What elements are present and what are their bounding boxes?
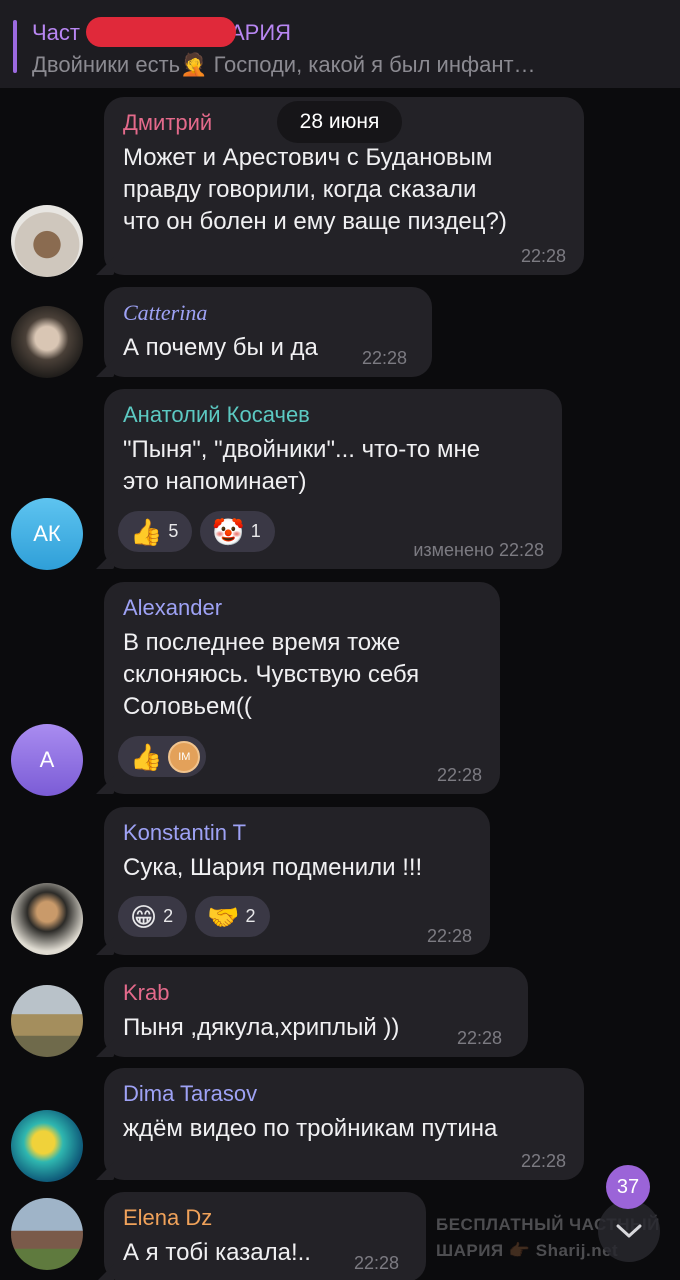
grin-icon: 😁 <box>130 901 158 932</box>
reaction-count: 5 <box>168 521 179 541</box>
message-text: "Пыня", "двойники"... что-то мне это нап… <box>123 436 481 495</box>
thumbs-up-icon: 👍 <box>130 741 163 772</box>
message-author[interactable]: Анатолий Косачев <box>123 402 310 428</box>
avatar-initials[interactable]: A <box>11 724 83 796</box>
avatar-photo[interactable] <box>11 985 83 1057</box>
message-bubble[interactable]: Dima Tarasov ждём видео по тройникам пут… <box>96 1068 584 1180</box>
thumbs-up-icon: 👍 <box>130 516 163 547</box>
message-bubble[interactable]: Elena Dz А я тобі казала!.. 22:28 <box>96 1192 426 1280</box>
reaction-count: 2 <box>163 906 174 926</box>
message-author[interactable]: Elena Dz <box>123 1205 212 1231</box>
reactions: 👍 5 🤡 1 <box>118 511 275 552</box>
message-text: ждём видео по тройникам путина <box>123 1115 498 1142</box>
avatar-initials[interactable]: АК <box>11 498 83 570</box>
reaction-handshake[interactable]: 🤝 2 <box>195 896 270 937</box>
message-time: 22:28 <box>436 765 482 785</box>
pinned-preview: Двойники есть🤦 Господи, какой я был инфа… <box>32 52 536 77</box>
message-author[interactable]: Catterina <box>123 300 207 326</box>
message-bubble[interactable]: Konstantin T Сука, Шария подменили !!! 😁… <box>96 807 490 955</box>
message-text: Может и Арестович с Будановым правду гов… <box>123 144 507 235</box>
date-chip: 28 июня <box>277 101 402 143</box>
chevron-down-icon <box>616 1224 642 1238</box>
message-bubble[interactable]: Анатолий Косачев "Пыня", "двойники"... ч… <box>96 389 562 569</box>
message-time: 22:28 <box>362 348 408 368</box>
reaction-grin[interactable]: 😁 2 <box>118 896 188 937</box>
message-time: 22:28 <box>520 1151 566 1171</box>
message-author[interactable]: Alexander <box>123 595 222 621</box>
message-time: изменено 22:28 <box>413 540 544 560</box>
avatar-photo[interactable] <box>11 306 83 378</box>
reactor-avatar: IM <box>168 740 201 773</box>
message-time: 22:28 <box>457 1028 503 1048</box>
message-time: 22:28 <box>520 246 566 266</box>
message-text: А почему бы и да <box>123 334 318 361</box>
reaction-thumbs-up[interactable]: 👍 5 <box>118 511 193 552</box>
handshake-icon: 🤝 <box>207 901 240 932</box>
reaction-clown[interactable]: 🤡 1 <box>200 511 275 552</box>
avatar-photo[interactable] <box>11 1198 83 1270</box>
message-author[interactable]: Дмитрий <box>123 110 212 136</box>
message-author[interactable]: Krab <box>123 980 169 1006</box>
pinned-message-bar[interactable]: Част АРИЯ Двойники есть🤦 Господи, какой я… <box>0 0 680 88</box>
reaction-count: 2 <box>245 906 256 926</box>
pinned-title-start: Част <box>32 20 80 45</box>
message-author[interactable]: Konstantin T <box>123 820 246 846</box>
unread-count-badge[interactable]: 37 <box>606 1165 650 1209</box>
avatar-hedgehog[interactable] <box>11 205 83 277</box>
pinned-title-end: АРИЯ <box>229 20 292 45</box>
message-bubble[interactable]: Krab Пыня ,дякула,хриплый )) 22:28 <box>96 967 528 1057</box>
message-time: 22:28 <box>426 926 472 946</box>
message-author[interactable]: Dima Tarasov <box>123 1081 257 1107</box>
reaction-count: 1 <box>250 521 261 541</box>
pinned-indicator <box>13 20 17 73</box>
message-text: А я тобі казала!.. <box>123 1239 311 1266</box>
reactions: 👍 IM <box>118 736 207 777</box>
message-bubble[interactable]: Catterina А почему бы и да 22:28 <box>96 287 432 377</box>
message-text: В последнее время тоже склоняюсь. Чувств… <box>123 629 420 720</box>
message-time: 22:28 <box>354 1253 400 1273</box>
avatar-photo[interactable] <box>11 1110 83 1182</box>
message-text: Пыня ,дякула,хриплый )) <box>123 1014 400 1041</box>
clown-icon: 🤡 <box>212 516 245 547</box>
reaction-thumbs-up[interactable]: 👍 IM <box>118 736 207 777</box>
avatar-photo[interactable] <box>11 883 83 955</box>
reactions: 😁 2 🤝 2 <box>118 896 270 937</box>
message-text: Сука, Шария подменили !!! <box>123 854 423 881</box>
redaction-mark <box>86 17 236 47</box>
scroll-down-button[interactable] <box>598 1200 660 1262</box>
message-bubble[interactable]: Alexander В последнее время тоже склоняю… <box>96 582 500 794</box>
